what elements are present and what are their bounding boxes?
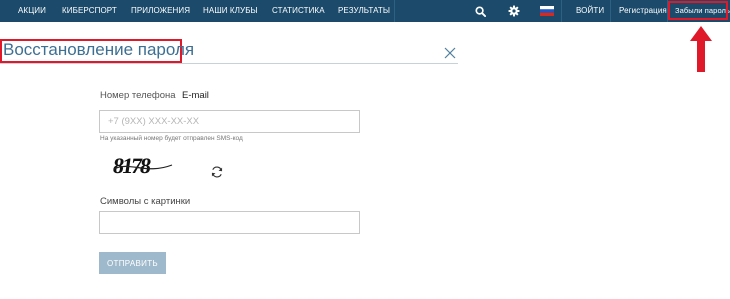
login-link[interactable]: ВОЙТИ [576,0,604,22]
annotation-highlight-box [668,1,728,20]
close-icon[interactable] [443,46,457,60]
nav-divider [610,0,611,22]
nav-divider [561,0,562,22]
annotation-arrow-icon [690,26,712,72]
nav-item-statistics[interactable]: СТАТИСТИКА [272,0,325,22]
page-title: Восстановление пароля [3,40,195,59]
captcha-image: 8178 [112,153,173,178]
nav-item-apps[interactable]: ПРИЛОЖЕНИЯ [131,0,190,22]
phone-input[interactable] [99,110,360,133]
captcha-text: 8178 [112,153,153,178]
refresh-captcha-icon[interactable] [210,165,224,179]
tab-phone[interactable]: Номер телефона [100,90,176,101]
nav-divider [394,0,395,22]
sms-hint-text: На указанный номер будет отправлен SMS-к… [100,135,243,142]
nav-item-results[interactable]: РЕЗУЛЬТАТЫ [338,0,390,22]
top-navbar: АКЦИИ КИБЕРСПОРТ ПРИЛОЖЕНИЯ НАШИ КЛУБЫ С… [0,0,730,22]
settings-gear-icon[interactable] [506,0,521,22]
captcha-input[interactable] [99,211,360,234]
tab-email[interactable]: E-mail [182,90,209,101]
register-link[interactable]: Регистрация [619,0,667,22]
russian-flag-icon[interactable] [539,0,554,22]
nav-item-esports[interactable]: КИБЕРСПОРТ [62,0,117,22]
submit-button[interactable]: ОТПРАВИТЬ [99,252,166,274]
nav-item-clubs[interactable]: НАШИ КЛУБЫ [203,0,258,22]
search-icon[interactable] [473,0,487,22]
nav-item-promotions[interactable]: АКЦИИ [18,0,46,22]
title-divider [0,63,458,64]
captcha-label: Символы с картинки [100,196,191,207]
